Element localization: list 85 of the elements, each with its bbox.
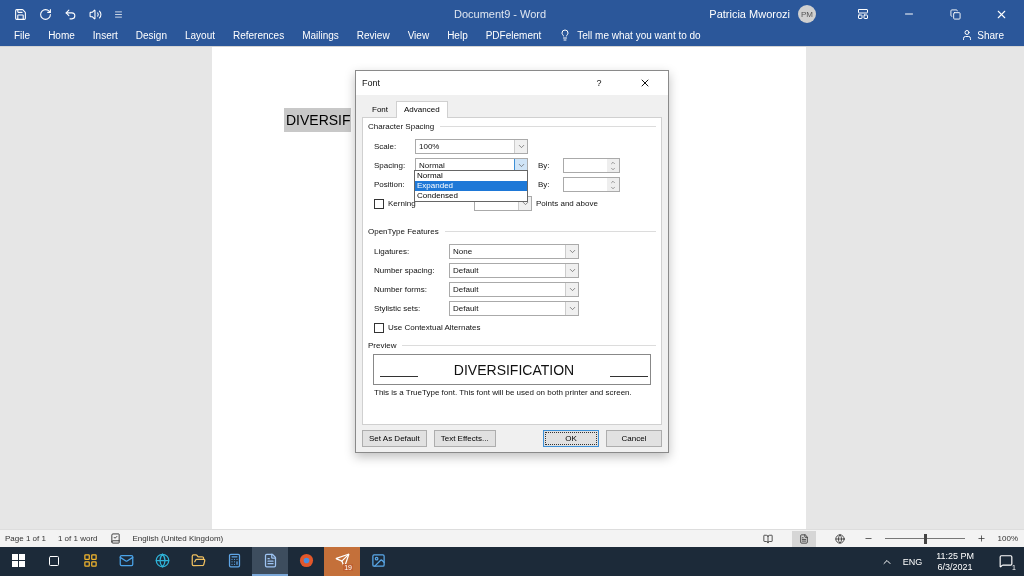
dropdown-option[interactable]: Expanded	[415, 181, 527, 191]
checkbox-label: Kerning	[388, 199, 417, 208]
folder-icon	[190, 553, 206, 568]
group-heading: Preview	[368, 341, 397, 350]
user-name: Patricia Mworozi	[709, 8, 790, 20]
read-aloud-icon[interactable]	[89, 7, 102, 21]
input-language[interactable]: ENG	[902, 556, 923, 567]
dialog-tab[interactable]: Font	[364, 101, 396, 118]
windows-logo-icon[interactable]	[11, 554, 25, 567]
browser-icon	[298, 553, 314, 568]
field-label: Number forms:	[374, 285, 428, 294]
checkbox-label: Use Contextual Alternates	[388, 323, 481, 332]
option-select[interactable]: Default	[449, 301, 579, 316]
preview-sample: DIVERSIFICATION	[453, 361, 575, 378]
ribbon-tab[interactable]: Layout	[184, 29, 215, 41]
dialog-button[interactable]: Set As Default	[362, 430, 427, 447]
store-icon	[82, 553, 98, 568]
option-select[interactable]: Default	[449, 263, 579, 278]
page-count[interactable]: Page 1 of 1	[5, 534, 46, 543]
user-avatar[interactable]: PM	[798, 5, 816, 23]
zoom-level[interactable]: 100%	[997, 534, 1018, 543]
selected-text: DIVERSIF	[284, 108, 351, 132]
ribbon-tab[interactable]: File	[14, 29, 31, 41]
task-view-icon[interactable]	[48, 554, 60, 567]
notification-icon[interactable]	[999, 553, 1013, 568]
option-select[interactable]: Default	[449, 282, 579, 297]
option-select[interactable]: None	[449, 244, 579, 259]
clock[interactable]: 11:25 PM 6/3/2021	[936, 550, 974, 573]
ribbon-tab[interactable]: Insert	[92, 29, 118, 41]
view-button[interactable]	[791, 530, 816, 547]
customize-icon[interactable]	[114, 9, 123, 19]
save-icon[interactable]	[14, 7, 27, 21]
language-status[interactable]: English (United Kingdom)	[132, 534, 224, 543]
globe-icon	[154, 553, 170, 568]
field-label: By:	[538, 161, 551, 170]
photo-icon	[370, 553, 386, 568]
ribbon-tab[interactable]: View	[407, 29, 430, 41]
zoom-in-icon[interactable]	[976, 534, 986, 543]
zoom-thumb[interactable]	[923, 533, 927, 544]
book-icon	[762, 533, 773, 544]
globe-icon	[834, 533, 845, 544]
ribbon-tab[interactable]: Help	[447, 29, 468, 41]
proofing-icon[interactable]	[109, 533, 121, 544]
field-label: Spacing:	[374, 161, 407, 170]
document-icon	[262, 553, 278, 568]
word-count[interactable]: 1 of 1 word	[57, 534, 98, 543]
field-label: Number spacing:	[374, 266, 436, 275]
field-label: Ligatures:	[374, 247, 411, 256]
person-icon	[961, 29, 974, 41]
kerning-checkbox[interactable]	[374, 198, 384, 209]
font-note: This is a TrueType font. This font will be used on both printer and screen.	[373, 388, 633, 397]
close-icon[interactable]	[639, 77, 651, 89]
field-label: Stylistic sets:	[374, 304, 422, 313]
share-button[interactable]: Share	[961, 29, 1004, 41]
lightbulb-icon[interactable]	[559, 29, 572, 41]
help-button[interactable]: ?	[576, 78, 622, 88]
calculator-icon	[226, 553, 242, 568]
ribbon-display-icon[interactable]	[857, 8, 869, 20]
ribbon-tab[interactable]: References	[233, 29, 285, 41]
ribbon-tab[interactable]: Home	[48, 29, 75, 41]
ribbon-tab[interactable]: Review	[356, 29, 390, 41]
tell-me-field[interactable]: Tell me what you want to do	[577, 29, 701, 41]
taskbar-app[interactable]	[252, 547, 288, 576]
ribbon-tab[interactable]: Design	[135, 29, 167, 41]
page-icon	[798, 533, 809, 544]
dialog-button[interactable]: Text Effects...	[433, 430, 496, 447]
field-label: Scale:	[374, 142, 398, 151]
mail-icon	[118, 553, 134, 568]
field-label: By:	[538, 180, 551, 189]
window-title: Document9 - Word	[454, 8, 548, 20]
group-heading: OpenType Features	[368, 227, 439, 236]
scale-select[interactable]: 100%	[415, 139, 528, 154]
dialog-button[interactable]: Cancel	[606, 430, 662, 447]
ribbon-tab[interactable]: PDFelement	[485, 29, 542, 41]
dialog-title: Font	[362, 78, 381, 88]
group-heading: Character Spacing	[368, 122, 435, 131]
dialog-button[interactable]: OK	[543, 430, 599, 447]
contextual-checkbox[interactable]	[374, 322, 384, 333]
field-label: Position:	[374, 180, 406, 189]
ribbon-tab[interactable]: Mailings	[302, 29, 339, 41]
dialog-tab[interactable]: Advanced	[396, 101, 448, 118]
restore-icon[interactable]	[949, 8, 961, 20]
redo-icon[interactable]	[39, 7, 52, 21]
undo-icon[interactable]	[64, 7, 77, 21]
field-label: Points and above	[536, 199, 598, 208]
